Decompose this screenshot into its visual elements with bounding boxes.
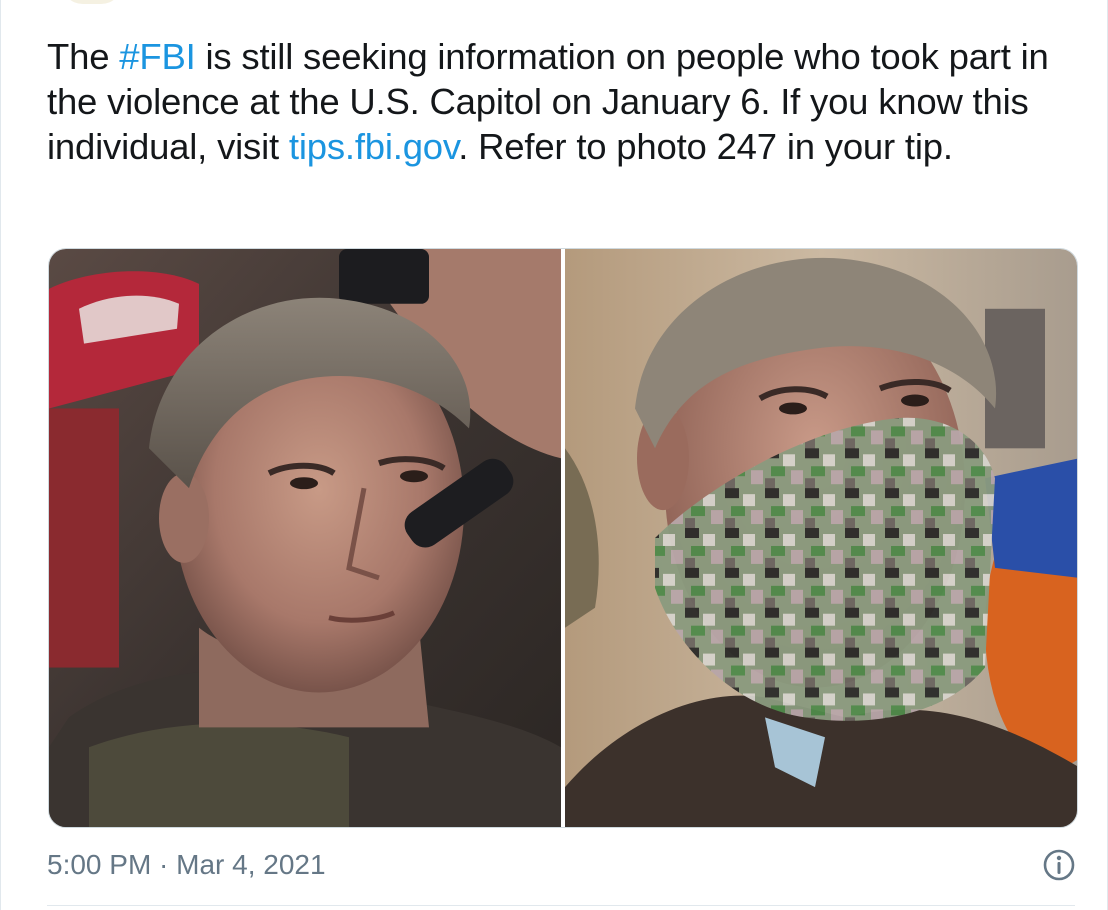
photo-left-image	[49, 249, 561, 827]
tweet-timestamp[interactable]: 5:00 PM · Mar 4, 2021	[47, 847, 326, 883]
tweet-meta: 5:00 PM · Mar 4, 2021	[47, 845, 1077, 885]
tweet-card: The #FBI is still seeking information on…	[0, 0, 1108, 910]
media-grid	[48, 248, 1078, 828]
divider	[47, 905, 1075, 906]
tweet-text-segment: . Refer to photo 247 in your tip.	[458, 126, 953, 167]
photo-right[interactable]	[565, 249, 1077, 827]
tweet-text-segment: The	[47, 36, 120, 77]
hashtag-link[interactable]: #FBI	[119, 36, 195, 77]
photo-left[interactable]	[49, 249, 561, 827]
avatar[interactable]	[61, 0, 123, 4]
info-icon[interactable]	[1041, 847, 1077, 883]
tips-url-link[interactable]: tips.fbi.gov	[289, 126, 459, 167]
photo-right-image	[565, 249, 1077, 827]
tweet-text: The #FBI is still seeking information on…	[47, 34, 1077, 169]
